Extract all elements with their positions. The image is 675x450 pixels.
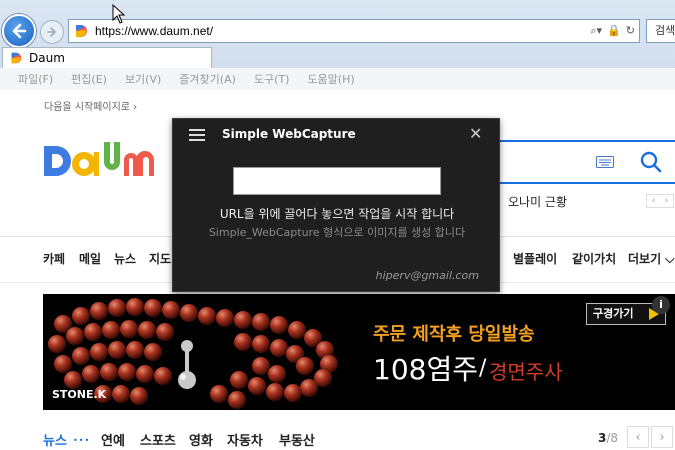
tab-label: Daum — [29, 51, 65, 65]
chevron-left-icon[interactable]: ‹ — [627, 426, 649, 448]
banner-product: 108염주 — [373, 353, 478, 386]
menu-tools[interactable]: 도구(T) — [254, 71, 290, 87]
menu-view[interactable]: 보기(V) — [125, 71, 161, 87]
daum-logo[interactable] — [42, 138, 158, 182]
news-page-counter: 3/8 — [598, 431, 618, 445]
webcapture-instructions: URL을 위에 끌어다 놓으면 작업을 시작 합니다 — [219, 207, 455, 221]
forward-button[interactable] — [40, 20, 64, 44]
banner-headline: 주문 제작후 당일발송 — [373, 324, 535, 345]
chevron-right-icon[interactable]: › — [651, 426, 673, 448]
nav-more[interactable]: 더보기 ⌵ — [628, 250, 674, 267]
refresh-icon[interactable]: ↻ — [626, 24, 635, 38]
ad-banner[interactable]: STONE.K 주문 제작후 당일발송 108염주 / 경면주사 구경가기 — [43, 294, 675, 410]
hamburger-menu-icon[interactable] — [189, 129, 205, 144]
menu-help[interactable]: 도움말(H) — [307, 71, 354, 87]
keyboard-icon[interactable] — [596, 156, 614, 168]
menu-file[interactable]: 파일(F) — [18, 71, 53, 87]
url-drop-input[interactable] — [233, 167, 441, 195]
search-dropdown-icon[interactable]: ⌕▾ — [590, 24, 602, 38]
mouse-cursor-icon — [112, 4, 126, 24]
banner-visit-label: 구경가기 — [593, 307, 634, 320]
author-email: hiperv@gmail.com — [375, 269, 479, 282]
chevron-right-icon[interactable]: › — [665, 196, 669, 206]
lock-icon[interactable]: 🔒 — [607, 24, 621, 38]
news-tabs: 뉴스 ••• 연예 스포츠 영화 자동차 부동산 3/8 ‹ › — [43, 426, 675, 450]
nav-cafe[interactable]: 카페 — [43, 250, 65, 267]
banner-product-sub: 경면주사 — [489, 360, 563, 384]
banner-slash: / — [479, 356, 487, 381]
address-text: https://www.daum.net/ — [95, 24, 214, 38]
webcapture-window: Simple WebCapture ✕ URL을 위에 끌어다 놓으면 작업을 … — [172, 118, 500, 292]
nav-starplay[interactable]: 별플레이 — [513, 250, 557, 267]
nav-together[interactable]: 같이가치 — [572, 250, 616, 267]
menu-favorites[interactable]: 즐겨찾기(A) — [179, 71, 236, 87]
tab-daum[interactable]: Daum — [2, 47, 212, 68]
daum-favicon-icon — [76, 25, 87, 37]
banner-brand: STONE.K — [52, 388, 107, 401]
browser-search-input[interactable]: 검색 — [646, 19, 675, 43]
daum-search-box[interactable] — [498, 140, 675, 184]
nav-news[interactable]: 뉴스 — [114, 250, 136, 267]
screen: https://www.daum.net/ ⌕▾ 🔒 ↻ 검색 Daum 파일(… — [0, 0, 675, 450]
webcapture-title: Simple WebCapture — [222, 127, 356, 141]
back-arrow-icon — [12, 23, 27, 39]
nav-mail[interactable]: 메일 — [79, 250, 101, 267]
webcapture-subtext: Simple_WebCapture 형식으로 이미지를 생성 합니다 — [208, 226, 466, 239]
chevron-left-icon[interactable]: ‹ — [652, 196, 656, 206]
back-button[interactable] — [2, 14, 36, 48]
tab-cars[interactable]: 자동차 — [227, 430, 263, 449]
tab-sports[interactable]: 스포츠 — [140, 430, 176, 449]
tab-entertainment[interactable]: 연예 — [101, 430, 125, 449]
tab-news[interactable]: 뉴스 — [43, 430, 67, 449]
start-page-link[interactable]: 다음을 시작페이지로 › — [44, 98, 137, 113]
tab-movies[interactable]: 영화 — [189, 430, 213, 449]
search-icon[interactable] — [640, 151, 662, 173]
ad-info-icon[interactable]: i — [652, 296, 670, 314]
address-bar[interactable]: https://www.daum.net/ ⌕▾ 🔒 ↻ — [68, 19, 640, 43]
forward-arrow-icon — [47, 27, 57, 37]
daum-favicon-icon — [11, 52, 22, 64]
menu-edit[interactable]: 편집(E) — [71, 71, 107, 87]
tab-real-estate[interactable]: 부동산 — [279, 430, 315, 449]
menu-bar: 파일(F) 편집(E) 보기(V) 즐겨찾기(A) 도구(T) 도움말(H) — [0, 68, 675, 90]
realtime-issue[interactable]: 오나미 근황 — [508, 193, 567, 210]
news-dots: ••• — [73, 436, 91, 445]
nav-map[interactable]: 지도 — [149, 250, 171, 267]
news-page-total: /8 — [606, 431, 619, 445]
realtime-nav: ‹ › — [646, 194, 674, 208]
browser-toolbar: https://www.daum.net/ ⌕▾ 🔒 ↻ 검색 Daum 파일(… — [0, 0, 675, 90]
close-icon[interactable]: ✕ — [469, 124, 482, 143]
